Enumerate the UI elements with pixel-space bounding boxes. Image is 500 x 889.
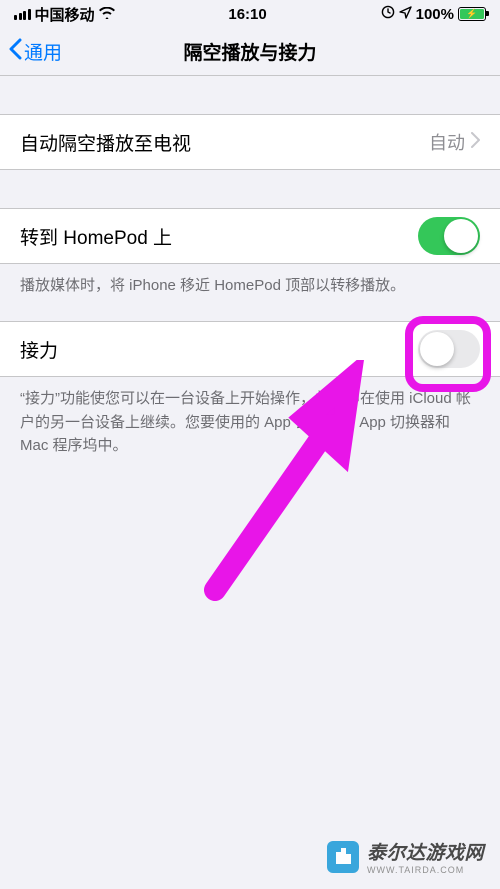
row-label: 转到 HomePod 上: [20, 223, 172, 250]
chevron-left-icon: [8, 38, 22, 66]
row-transfer-homepod: 转到 HomePod 上: [0, 208, 500, 264]
row-label: 自动隔空播放至电视: [20, 129, 191, 156]
switch-handoff[interactable]: [418, 330, 480, 368]
watermark-logo-icon: [327, 841, 359, 873]
status-left: 中国移动: [14, 4, 115, 25]
watermark-url: WWW.TAIRDA.COM: [367, 865, 484, 875]
row-handoff: 接力: [0, 321, 500, 377]
wifi-icon: [99, 6, 115, 23]
back-button[interactable]: 通用: [0, 38, 62, 66]
switch-knob: [444, 219, 478, 253]
row-auto-airplay[interactable]: 自动隔空播放至电视 自动: [0, 114, 500, 170]
spacer: [0, 76, 500, 114]
location-icon: [399, 6, 412, 23]
watermark-text: 泰尔达游戏网: [367, 838, 484, 865]
rotation-lock-icon: [381, 5, 395, 23]
chevron-right-icon: [471, 132, 480, 153]
battery-percent: 100%: [416, 6, 454, 23]
battery-icon: ⚡: [458, 7, 486, 21]
status-time: 16:10: [228, 6, 266, 23]
status-right: 100% ⚡: [381, 5, 486, 23]
status-bar: 中国移动 16:10 100% ⚡: [0, 0, 500, 28]
spacer: [0, 170, 500, 208]
switch-homepod[interactable]: [418, 217, 480, 255]
row-right: 自动: [429, 129, 480, 155]
footer-homepod: 播放媒体时，将 iPhone 移近 HomePod 顶部以转移播放。: [0, 264, 500, 297]
row-label: 接力: [20, 336, 58, 363]
cellular-signal-icon: [14, 9, 31, 20]
row-value: 自动: [429, 129, 465, 155]
spacer: [0, 297, 500, 321]
back-label: 通用: [24, 38, 62, 65]
watermark: 泰尔达游戏网 WWW.TAIRDA.COM: [327, 838, 484, 875]
page-title: 隔空播放与接力: [183, 38, 316, 65]
footer-handoff: “接力”功能使您可以在一台设备上开始操作，并立即在使用 iCloud 帐户的另一…: [0, 377, 500, 457]
carrier-label: 中国移动: [35, 4, 95, 25]
navigation-bar: 通用 隔空播放与接力: [0, 28, 500, 76]
switch-knob: [420, 332, 454, 366]
